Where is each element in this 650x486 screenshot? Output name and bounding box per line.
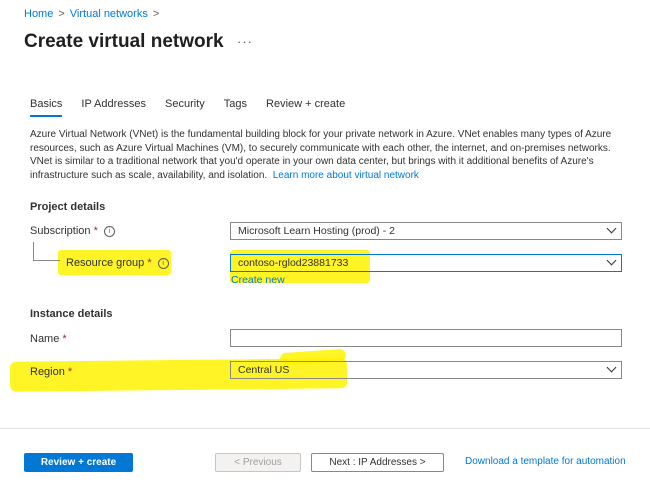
subscription-value: Microsoft Learn Hosting (prod) - 2 <box>238 225 395 237</box>
name-input[interactable] <box>230 329 622 347</box>
tree-connector <box>33 260 60 261</box>
learn-more-link[interactable]: Learn more about virtual network <box>273 170 419 181</box>
region-label: Region * <box>30 366 72 378</box>
resource-group-label: Resource group * i <box>66 257 169 269</box>
tab-security[interactable]: Security <box>165 98 205 117</box>
previous-button[interactable]: < Previous <box>215 453 301 472</box>
subscription-label-text: Subscription <box>30 225 91 237</box>
required-marker: * <box>67 366 73 378</box>
resource-group-select[interactable]: contoso-rglod23881733 <box>230 254 622 272</box>
subscription-label: Subscription * i <box>30 225 115 237</box>
resource-group-label-text: Resource group <box>66 257 145 269</box>
breadcrumb-virtual-networks[interactable]: Virtual networks <box>70 8 148 20</box>
info-icon[interactable]: i <box>157 258 169 269</box>
tab-review-create[interactable]: Review + create <box>266 98 345 117</box>
region-value: Central US <box>238 364 290 376</box>
resource-group-value: contoso-rglod23881733 <box>238 257 349 269</box>
create-new-link[interactable]: Create new <box>231 274 285 286</box>
breadcrumb: Home > Virtual networks > <box>24 8 164 20</box>
instance-details-heading: Instance details <box>30 308 113 320</box>
breadcrumb-home[interactable]: Home <box>24 8 53 20</box>
breadcrumb-separator: > <box>58 8 65 20</box>
subscription-select[interactable]: Microsoft Learn Hosting (prod) - 2 <box>230 222 622 240</box>
breadcrumb-separator: > <box>152 8 160 20</box>
name-label: Name * <box>30 333 67 345</box>
review-create-button[interactable]: Review + create <box>24 453 133 472</box>
tab-bar: Basics IP Addresses Security Tags Review… <box>30 98 364 117</box>
chevron-down-icon <box>608 366 615 373</box>
region-select[interactable]: Central US <box>230 361 622 379</box>
page-title: Create virtual network <box>24 31 224 52</box>
required-marker: * <box>147 257 152 269</box>
chevron-down-icon <box>608 259 615 266</box>
project-details-heading: Project details <box>30 201 106 213</box>
tab-tags[interactable]: Tags <box>224 98 247 117</box>
tree-connector <box>33 242 34 260</box>
tab-basics[interactable]: Basics <box>30 98 63 117</box>
region-label-text: Region <box>30 366 65 378</box>
more-options-icon[interactable]: ··· <box>237 34 253 49</box>
chevron-down-icon <box>608 227 615 234</box>
next-button[interactable]: Next : IP Addresses > <box>311 453 444 472</box>
download-template-link[interactable]: Download a template for automation <box>465 456 626 467</box>
description: Azure Virtual Network (VNet) is the fund… <box>30 128 615 182</box>
tab-ip-addresses[interactable]: IP Addresses <box>81 98 146 117</box>
info-icon[interactable]: i <box>103 226 115 237</box>
name-label-text: Name <box>30 333 60 345</box>
required-marker: * <box>62 333 67 345</box>
required-marker: * <box>93 225 98 237</box>
footer-divider <box>0 428 650 429</box>
